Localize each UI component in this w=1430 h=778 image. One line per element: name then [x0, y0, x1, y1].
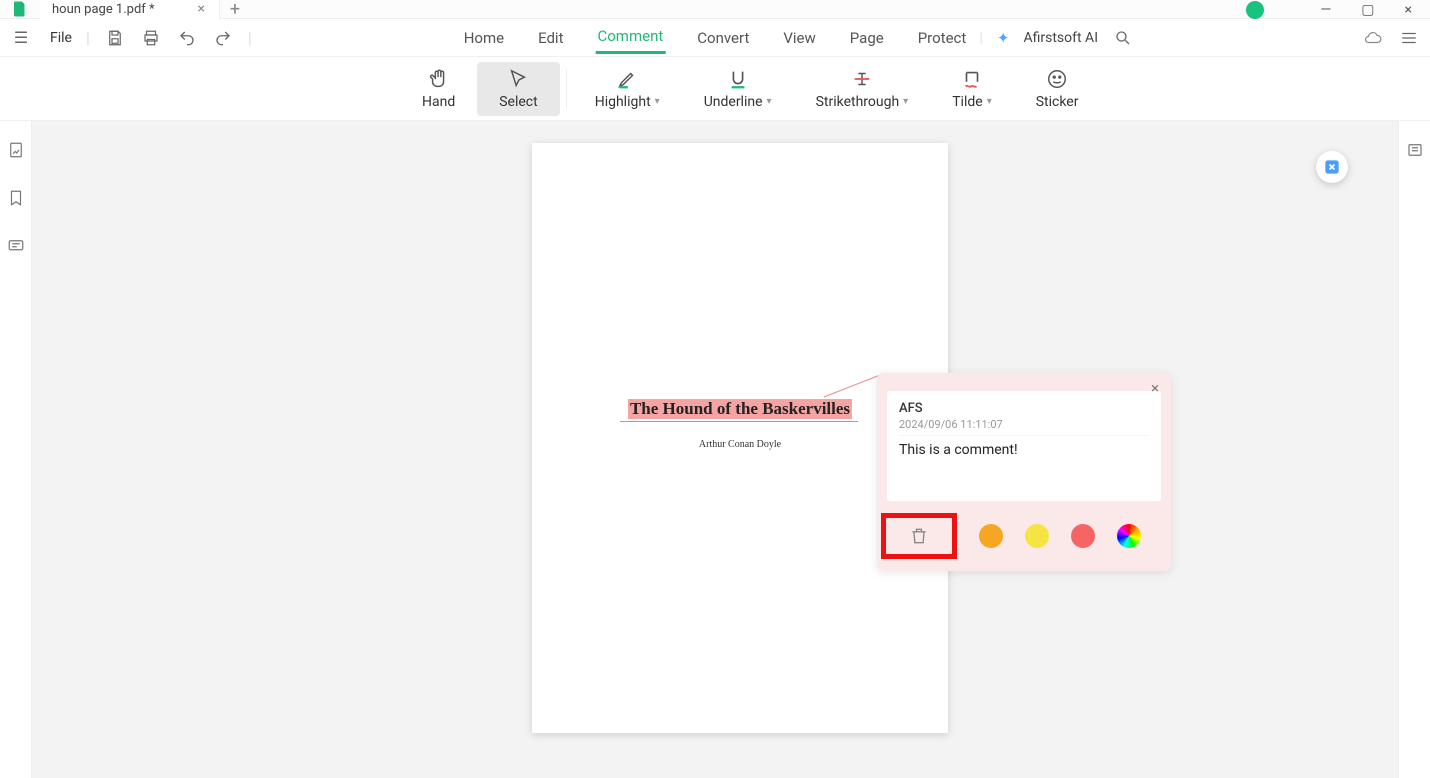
menu-home[interactable]: Home [462, 23, 506, 53]
comment-text: This is a comment! [899, 442, 1149, 458]
print-icon[interactable] [140, 27, 162, 49]
comment-popup: × AFS 2024/09/06 11:11:07 This is a comm… [877, 373, 1171, 571]
save-icon[interactable] [104, 27, 126, 49]
search-icon[interactable] [1112, 27, 1134, 49]
tab-close-icon[interactable]: × [198, 1, 205, 17]
highlight-underline [620, 421, 858, 422]
comment-timestamp: 2024/09/06 11:11:07 [899, 418, 1149, 436]
file-menu[interactable]: File [50, 30, 72, 46]
tool-strikethrough[interactable]: Strikethrough [794, 62, 931, 116]
right-panel-icon[interactable] [1406, 141, 1424, 163]
tool-underline[interactable]: Underline [682, 62, 794, 116]
color-swatch-yellow[interactable] [1025, 524, 1049, 548]
close-window-icon[interactable]: × [1405, 2, 1412, 18]
ai-label[interactable]: Afirstsoft AI [1023, 30, 1098, 46]
menu-comment[interactable]: Comment [595, 21, 665, 54]
top-menu: Home Edit Comment Convert View Page Prot… [462, 19, 969, 56]
more-icon[interactable] [1398, 27, 1420, 49]
menu-page[interactable]: Page [848, 23, 886, 53]
menu-protect[interactable]: Protect [916, 23, 969, 53]
tool-highlight-label: Highlight [595, 94, 660, 110]
undo-icon[interactable] [176, 27, 198, 49]
tool-select[interactable]: Select [477, 62, 559, 116]
redo-icon[interactable] [212, 27, 234, 49]
menu-edit[interactable]: Edit [536, 23, 565, 53]
document-tab[interactable]: houn page 1.pdf * × [40, 0, 220, 19]
toolbar-separator [566, 69, 567, 109]
ai-sparkle-icon: ✦ [997, 29, 1010, 47]
maximize-icon[interactable]: ▢ [1361, 2, 1374, 18]
color-picker-icon[interactable] [1117, 524, 1141, 548]
app-logo [0, 0, 40, 19]
tool-strikethrough-label: Strikethrough [816, 94, 909, 110]
tool-hand[interactable]: Hand [400, 62, 477, 116]
tool-underline-label: Underline [704, 94, 772, 110]
tab-title: houn page 1.pdf * [52, 2, 155, 17]
document-title-highlighted[interactable]: The Hound of the Baskervilles [628, 399, 852, 419]
tool-tilde-label: Tilde [952, 94, 992, 110]
comment-user: AFS [899, 401, 1149, 416]
document-author: Arthur Conan Doyle [699, 439, 781, 450]
right-sidebar [1398, 121, 1430, 778]
comments-panel-icon[interactable] [7, 237, 25, 259]
cloud-icon[interactable] [1362, 27, 1384, 49]
window-controls: — ▢ × [1246, 0, 1430, 19]
tool-highlight[interactable]: Highlight [573, 62, 682, 116]
delete-comment-button[interactable] [881, 513, 957, 559]
tool-hand-label: Hand [422, 94, 455, 110]
floating-ai-button[interactable] [1316, 151, 1348, 183]
comment-content-box[interactable]: AFS 2024/09/06 11:11:07 This is a commen… [887, 391, 1161, 501]
color-swatch-red[interactable] [1071, 524, 1095, 548]
thumbnails-icon[interactable] [7, 141, 25, 163]
menu-view[interactable]: View [781, 23, 817, 53]
title-bar: houn page 1.pdf * × + — ▢ × [0, 0, 1430, 19]
user-avatar[interactable] [1246, 1, 1264, 19]
tool-sticker[interactable]: Sticker [1014, 62, 1101, 116]
minimize-icon[interactable]: — [1320, 2, 1331, 18]
tool-select-label: Select [499, 94, 537, 110]
tool-sticker-label: Sticker [1036, 94, 1079, 110]
document-canvas[interactable]: The Hound of the Baskervilles Arthur Con… [32, 121, 1398, 778]
bookmark-icon[interactable] [7, 189, 25, 211]
comment-toolbar: Hand Select Highlight Underline Striketh… [0, 57, 1430, 121]
comment-actions [887, 513, 1161, 559]
menu-convert[interactable]: Convert [695, 23, 751, 53]
menu-bar: ☰ File | | Home Edit Comment Convert Vie… [0, 19, 1430, 57]
work-area: The Hound of the Baskervilles Arthur Con… [0, 121, 1430, 778]
trash-icon [909, 526, 929, 546]
popup-close-icon[interactable]: × [1151, 379, 1159, 397]
tool-tilde[interactable]: Tilde [930, 62, 1014, 116]
hamburger-icon[interactable]: ☰ [10, 27, 32, 49]
left-sidebar [0, 121, 32, 778]
color-swatch-orange[interactable] [979, 524, 1003, 548]
new-tab-button[interactable]: + [220, 0, 250, 20]
